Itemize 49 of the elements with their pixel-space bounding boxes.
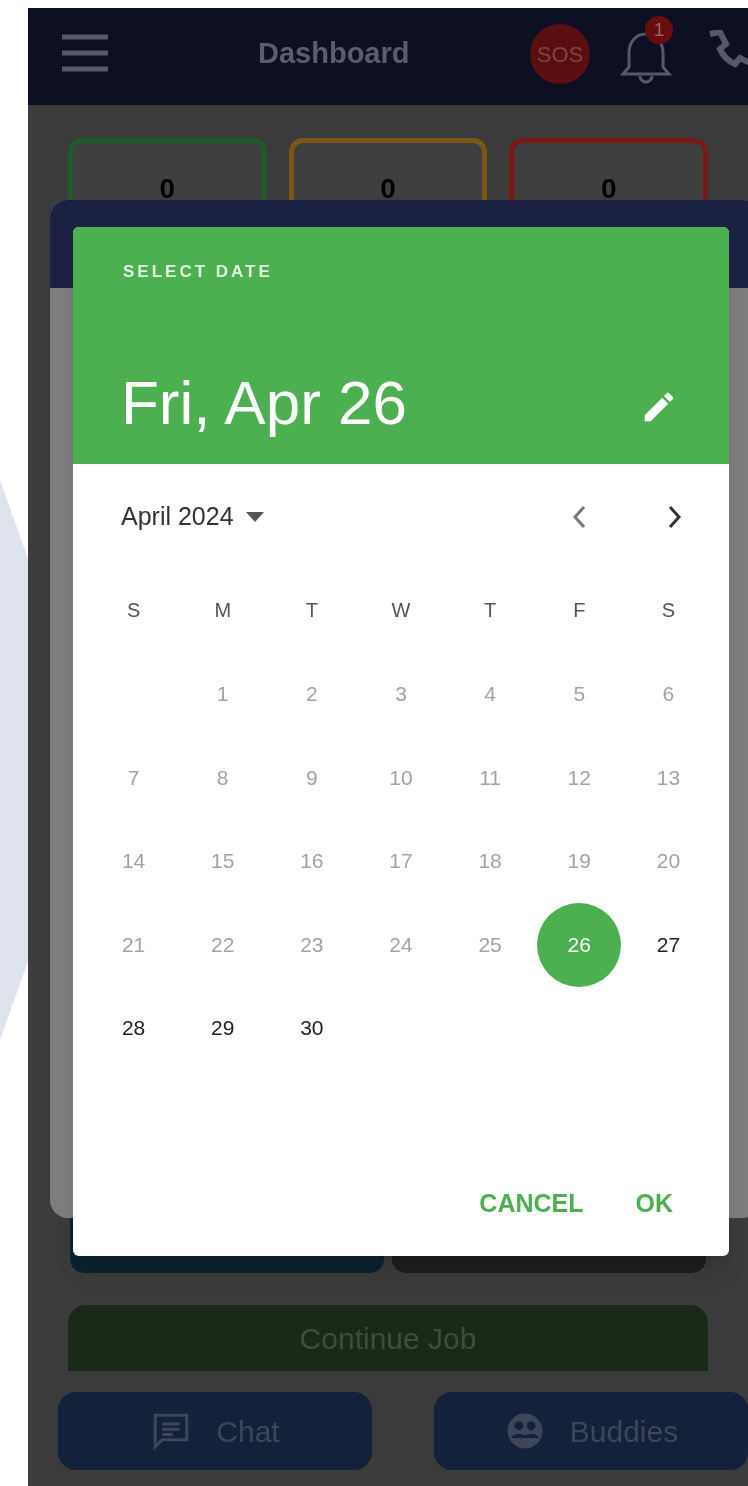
day-cell: 12 (551, 749, 608, 806)
menu-icon[interactable] (60, 33, 110, 73)
day-cell[interactable]: 27 (640, 916, 697, 973)
day-cell: 23 (283, 916, 340, 973)
day-cell: 4 (462, 665, 519, 722)
day-cell: 15 (194, 832, 251, 889)
day-cell: 13 (640, 749, 697, 806)
day-cell: 19 (551, 832, 608, 889)
stat-value: 0 (600, 175, 617, 203)
day-cell: 18 (462, 832, 519, 889)
day-cell[interactable]: 28 (105, 999, 162, 1056)
stat-value: 0 (159, 175, 176, 203)
weekday-label: S (126, 598, 141, 623)
selected-date: Fri, Apr 26 (121, 367, 407, 439)
day-cell: 25 (462, 916, 519, 973)
weekday-label: T (305, 598, 318, 623)
day-cell: 6 (640, 665, 697, 722)
day-cell[interactable]: 29 (194, 999, 251, 1056)
day-cell: 2 (283, 665, 340, 722)
weekday-label: T (484, 598, 497, 623)
day-cell: 14 (105, 832, 162, 889)
day-cell: 10 (373, 749, 429, 806)
day-cell: 5 (551, 665, 608, 722)
day-cell[interactable]: 26 (537, 902, 622, 987)
day-cell: 20 (640, 832, 697, 889)
weekday-label: F (573, 598, 586, 623)
weekday-label: S (661, 598, 676, 623)
day-cell[interactable]: 30 (283, 999, 340, 1056)
notification-badge: 1 (645, 16, 673, 44)
picker-heading: SELECT DATE (123, 261, 273, 283)
dropdown-caret-icon (245, 512, 264, 522)
app-title: Dashboard (258, 36, 410, 71)
day-cell: 16 (283, 832, 340, 889)
day-cell: 22 (194, 916, 251, 973)
day-cell: 7 (105, 749, 162, 806)
day-cell: 17 (373, 832, 429, 889)
day-cell: 11 (462, 749, 519, 806)
day-cell: 8 (194, 749, 251, 806)
weekday-label: M (214, 598, 232, 623)
stat-value: 0 (380, 175, 396, 203)
day-cell: 3 (373, 665, 429, 722)
day-cell: 21 (105, 916, 162, 973)
day-cell: 24 (373, 916, 429, 973)
day-cell: 1 (194, 665, 251, 722)
month-year-dropdown[interactable]: April 2024 (121, 498, 264, 536)
ok-button[interactable]: OK (613, 1176, 695, 1232)
day-cell: 9 (283, 749, 340, 806)
cancel-button[interactable]: CANCEL (457, 1176, 606, 1232)
weekday-label: W (391, 598, 411, 623)
